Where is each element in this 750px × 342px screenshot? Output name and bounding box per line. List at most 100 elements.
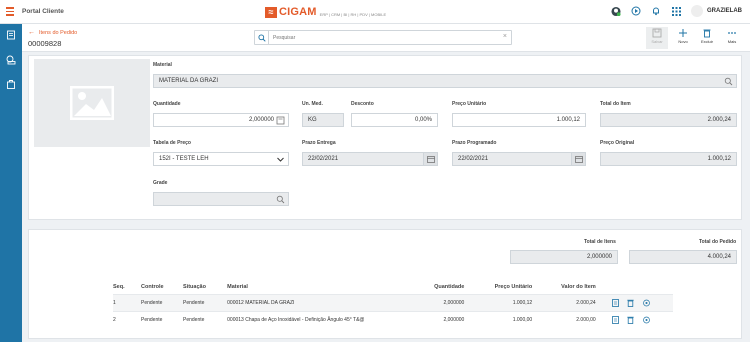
search-icon[interactable] xyxy=(276,195,285,204)
total-pedido-field: 4.000,24 xyxy=(629,250,737,264)
desconto-value: 0,00% xyxy=(414,117,432,123)
prazo-entrega-label: Prazo Entrega xyxy=(302,140,336,146)
more-button[interactable]: Mais xyxy=(721,27,743,49)
col-material: Material xyxy=(227,283,248,290)
tabela-preco-label: Tabela de Preço xyxy=(153,140,191,146)
total-itens-field: 2,000000 xyxy=(510,250,618,264)
edit-icon[interactable] xyxy=(611,298,619,307)
material-value: MATERIAL DA GRAZI xyxy=(159,78,219,84)
preco-unitario-label: Preço Unitário xyxy=(452,101,487,107)
new-label: Novo xyxy=(678,39,688,44)
preco-unitario-input[interactable]: 1.000,12 xyxy=(452,113,586,127)
col-situacao: Situação xyxy=(183,283,206,290)
un-med-value: KG xyxy=(308,117,317,123)
save-icon xyxy=(652,28,662,38)
top-icons: GRAZIELAB xyxy=(601,5,742,17)
material-field[interactable]: MATERIAL DA GRAZI xyxy=(153,74,737,88)
cell-quantidade: 2,000000 xyxy=(397,310,469,328)
total-itens-label: Total de Itens xyxy=(584,239,616,245)
col-preco-unitario: Preço Unitário xyxy=(494,283,533,290)
apps-grid-icon[interactable] xyxy=(671,6,681,16)
back-link[interactable]: ← Itens do Pedido xyxy=(28,29,77,36)
chevron-down-icon xyxy=(277,157,284,162)
bell-icon[interactable] xyxy=(651,6,661,16)
avatar[interactable] xyxy=(691,5,703,17)
product-image-placeholder xyxy=(34,59,150,147)
prazo-programado-value: 22/02/2021 xyxy=(458,156,489,162)
total-item-label: Total do Item xyxy=(600,101,631,107)
orders-icon[interactable] xyxy=(6,30,16,40)
sidebar xyxy=(0,24,22,342)
view-icon[interactable] xyxy=(642,316,650,324)
item-form-card: Material MATERIAL DA GRAZI Quantidade 2,… xyxy=(28,55,742,220)
items-card: Total de Itens 2,000000 Total do Pedido … xyxy=(28,229,742,339)
preco-original-field: 1.000,12 xyxy=(600,152,737,166)
plus-icon xyxy=(679,29,687,37)
logo-mark-icon: ≈ xyxy=(265,6,277,18)
preco-original-value: 1.000,12 xyxy=(707,156,731,162)
preco-unitario-value: 1.000,12 xyxy=(556,117,580,123)
save-label: Salvar xyxy=(651,39,663,44)
clear-icon[interactable]: × xyxy=(503,33,507,40)
edit-icon[interactable] xyxy=(611,315,619,324)
shopping-bag-icon[interactable] xyxy=(6,79,16,89)
grade-field[interactable] xyxy=(153,192,289,206)
prazo-programado-field: 22/02/2021 xyxy=(452,152,586,166)
cell-controle: Pendente xyxy=(141,310,183,328)
image-icon xyxy=(70,86,114,120)
trash-icon[interactable] xyxy=(627,299,634,307)
cell-valor-item: 2.000,24 xyxy=(536,293,600,311)
trash-icon[interactable] xyxy=(627,316,634,324)
calendar-icon[interactable] xyxy=(423,153,437,165)
search-input[interactable] xyxy=(273,33,483,42)
calculator-icon[interactable] xyxy=(276,116,285,125)
un-med-field: KG xyxy=(302,113,344,127)
arrow-left-icon: ← xyxy=(28,29,35,36)
play-icon[interactable] xyxy=(631,6,641,16)
cell-valor-item: 2.000,00 xyxy=(536,310,600,328)
user-name[interactable]: GRAZIELAB xyxy=(707,8,742,14)
order-number: 00009828 xyxy=(28,39,62,48)
more-label: Mais xyxy=(727,39,737,44)
new-button[interactable]: Novo xyxy=(672,27,694,49)
desconto-input[interactable]: 0,00% xyxy=(351,113,438,127)
table-row[interactable]: 2 Pendente Pendente 000013 Chapa de Aço … xyxy=(113,310,673,328)
menu-icon[interactable] xyxy=(6,7,14,16)
save-button[interactable]: Salvar xyxy=(646,27,668,49)
prazo-entrega-value: 22/02/2021 xyxy=(308,156,339,162)
grade-label: Grade xyxy=(153,180,168,186)
delete-button[interactable]: Excluir xyxy=(696,27,718,49)
prazo-entrega-field: 22/02/2021 xyxy=(302,152,438,166)
finance-icon[interactable] xyxy=(6,55,16,65)
logo-tagline: ERP | CRM | BI | RH | PDV | MOBILE xyxy=(319,11,387,17)
quantidade-input[interactable]: 2,000000 xyxy=(153,113,289,127)
row-actions xyxy=(599,310,673,328)
tabela-preco-value: 152I - TESTE LEH xyxy=(159,156,209,162)
material-label: Material xyxy=(153,62,172,68)
table-row[interactable]: 1 Pendente Pendente 000012 MATERIAL DA G… xyxy=(113,293,673,311)
table-header-row: Seq. Controle Situação Material Quantida… xyxy=(113,280,673,294)
search-box: × xyxy=(254,30,512,45)
calendar-icon[interactable] xyxy=(571,153,585,165)
more-dots-icon xyxy=(728,32,736,34)
cell-seq: 1 xyxy=(113,293,141,311)
cell-situacao: Pendente xyxy=(183,293,228,311)
assistant-icon[interactable] xyxy=(611,6,621,16)
desconto-label: Desconto xyxy=(351,101,374,107)
page-header: ← Itens do Pedido 00009828 × Salvar Novo… xyxy=(22,24,750,52)
total-itens-value: 2,000000 xyxy=(586,254,612,260)
col-actions xyxy=(600,280,673,294)
trash-icon xyxy=(703,29,711,38)
search-icon[interactable] xyxy=(724,77,733,86)
cell-seq: 2 xyxy=(113,310,141,328)
total-pedido-value: 4.000,24 xyxy=(707,254,731,260)
tabela-preco-select[interactable]: 152I - TESTE LEH xyxy=(153,152,289,166)
preco-original-label: Preço Original xyxy=(600,140,635,146)
quantidade-label: Quantidade xyxy=(153,101,181,107)
cigam-logo: ≈ CIGAM ERP | CRM | BI | RH | PDV | MOBI… xyxy=(265,6,386,18)
total-pedido-label: Total do Pedido xyxy=(699,239,737,245)
cell-quantidade: 2,000000 xyxy=(397,293,469,311)
view-icon[interactable] xyxy=(642,299,650,307)
total-item-value: 2.000,24 xyxy=(707,117,731,123)
search-icon[interactable] xyxy=(255,31,269,44)
